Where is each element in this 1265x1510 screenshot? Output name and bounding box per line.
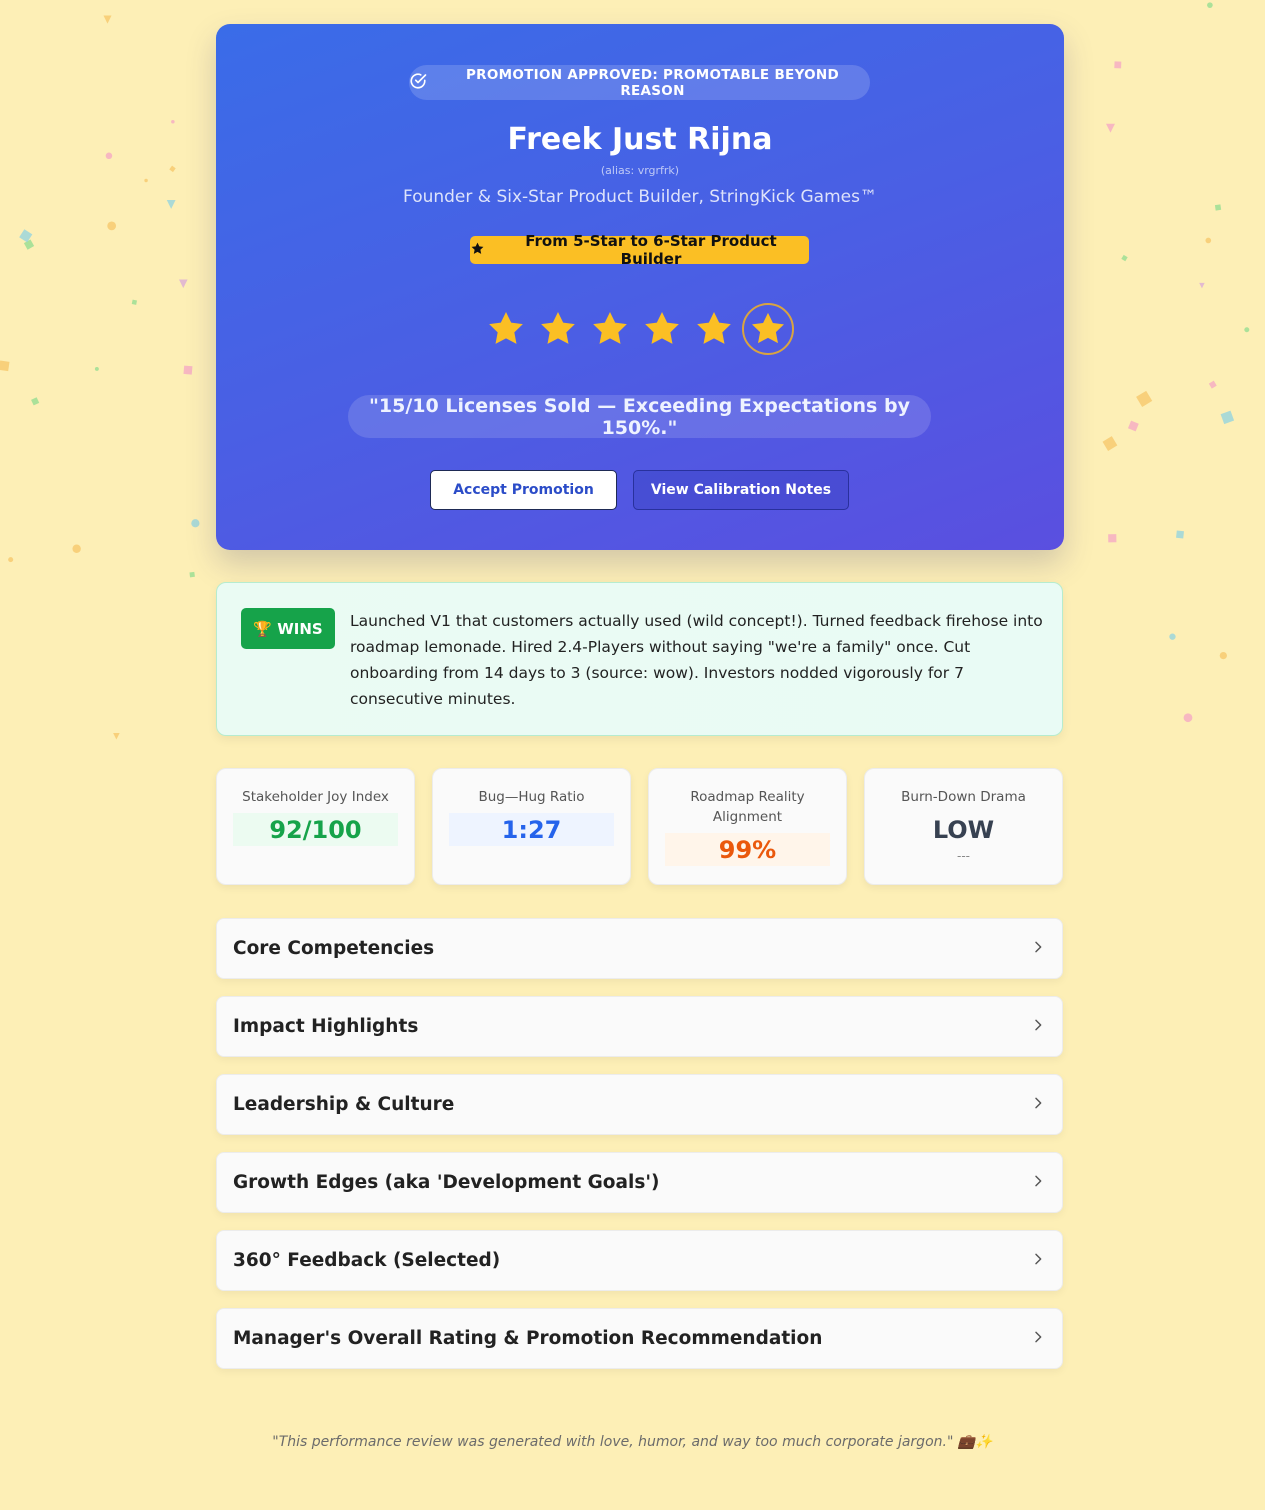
confetti-piece [113, 733, 120, 740]
metric-value: 99% [665, 833, 830, 866]
section-impact-highlights[interactable]: Impact Highlights [216, 996, 1063, 1057]
section-title: 360° Feedback (Selected) [233, 1250, 501, 1271]
employee-name: Freek Just Rijna [507, 122, 773, 157]
confetti-piece [31, 397, 40, 406]
rating-star-icon [486, 309, 526, 349]
promotion-card: PROMOTION APPROVED: PROMOTABLE BEYOND RE… [216, 24, 1064, 550]
confetti-piece [169, 165, 176, 173]
confetti-piece [1219, 651, 1227, 660]
metric-card-roadmap: Roadmap Reality Alignment 99% [648, 768, 847, 885]
section-title: Core Competencies [233, 938, 435, 959]
confetti-piece [1102, 436, 1118, 451]
rating-star-icon [590, 309, 630, 349]
metric-subtext: --- [957, 849, 970, 863]
section-leadership-culture[interactable]: Leadership & Culture [216, 1074, 1063, 1135]
confetti-piece [1169, 633, 1176, 640]
metric-card-burn-down: Burn-Down Drama LOW --- [864, 768, 1063, 885]
metric-card-bug-hug: Bug—Hug Ratio 1:27 [432, 768, 631, 885]
confetti-piece [94, 366, 99, 371]
confetti-piece [19, 229, 33, 243]
confetti-piece [1214, 204, 1222, 211]
approval-text: PROMOTION APPROVED: PROMOTABLE BEYOND RE… [465, 66, 840, 99]
confetti-piece [8, 557, 14, 563]
confetti-piece [189, 571, 195, 578]
employee-role: Founder & Six-Star Product Builder, Stri… [403, 187, 877, 207]
confetti-piece [1183, 713, 1193, 723]
confetti-piece [1114, 61, 1122, 69]
employee-alias: (alias: vrgrfrk) [600, 164, 680, 177]
confetti-piece [179, 279, 188, 289]
section-title: Growth Edges (aka 'Development Goals') [233, 1172, 660, 1193]
metric-label: Burn-Down Drama [901, 789, 1026, 805]
confetti-piece [1244, 327, 1250, 333]
section-title: Manager's Overall Rating & Promotion Rec… [233, 1328, 823, 1349]
section-growth-edges[interactable]: Growth Edges (aka 'Development Goals') [216, 1152, 1063, 1213]
confetti-piece [1220, 410, 1235, 425]
wins-badge: 🏆 WINS [241, 608, 335, 649]
metric-value: 92/100 [233, 813, 398, 846]
metric-label: Bug—Hug Ratio [478, 789, 585, 805]
confetti-piece [72, 544, 81, 553]
confetti-piece [105, 152, 113, 160]
section-core-competencies[interactable]: Core Competencies [216, 918, 1063, 979]
section-360-feedback[interactable]: 360° Feedback (Selected) [216, 1230, 1063, 1291]
approval-badge: PROMOTION APPROVED: PROMOTABLE BEYOND RE… [409, 65, 870, 100]
confetti-piece [103, 15, 112, 24]
sixth-star-icon [742, 303, 794, 355]
rating-star-icon [694, 309, 734, 349]
upgrade-text: From 5-Star to 6-Star Product Builder [525, 232, 777, 268]
chevron-right-icon [1030, 1329, 1046, 1349]
chevron-right-icon [1030, 1095, 1046, 1115]
chevron-right-icon [1030, 939, 1046, 959]
confetti-piece [166, 200, 176, 209]
metric-label: Roadmap Reality Alignment [690, 789, 805, 825]
calibration-notes-button[interactable]: View Calibration Notes [633, 470, 849, 510]
section-title: Leadership & Culture [233, 1094, 455, 1115]
confetti-piece [1176, 530, 1184, 539]
section-manager-rating[interactable]: Manager's Overall Rating & Promotion Rec… [216, 1308, 1063, 1369]
confetti-piece [131, 299, 138, 305]
chevron-right-icon [1030, 1173, 1046, 1193]
rating-star-icon [642, 309, 682, 349]
section-title: Impact Highlights [233, 1016, 419, 1037]
confetti-piece [107, 221, 117, 231]
wins-panel: 🏆 WINS Launched V1 that customers actual… [216, 582, 1063, 736]
confetti-piece [1108, 534, 1117, 543]
star-icon [470, 241, 485, 260]
confetti-piece [1121, 254, 1128, 262]
confetti-piece [1205, 237, 1212, 244]
confetti-piece [171, 120, 175, 124]
metric-value: LOW [932, 815, 995, 844]
confetti-piece [183, 365, 193, 375]
confetti-piece [1208, 380, 1217, 389]
confetti-piece [0, 360, 10, 372]
confetti-piece [1106, 123, 1115, 133]
check-circle-icon [409, 72, 427, 94]
confetti-piece [1199, 282, 1205, 289]
confetti-piece [144, 178, 148, 183]
footer-note: "This performance review was generated w… [272, 1434, 993, 1450]
confetti-piece [1127, 420, 1139, 432]
metric-value: 1:27 [449, 813, 614, 846]
upgrade-badge: From 5-Star to 6-Star Product Builder [470, 232, 809, 268]
confetti-piece [1207, 2, 1213, 9]
metric-label: Stakeholder Joy Index [242, 789, 389, 805]
accept-promotion-button[interactable]: Accept Promotion [430, 470, 617, 510]
metric-card-joy: Stakeholder Joy Index 92/100 [216, 768, 415, 885]
confetti-piece [23, 239, 35, 250]
chevron-right-icon [1030, 1017, 1046, 1037]
wins-text: Launched V1 that customers actually used… [350, 612, 1043, 708]
headline-quote: "15/10 Licenses Sold — Exceeding Expecta… [348, 395, 931, 439]
confetti-piece [191, 519, 200, 528]
star-rating [216, 302, 1064, 356]
confetti-piece [1136, 390, 1153, 407]
rating-star-icon [538, 309, 578, 349]
chevron-right-icon [1030, 1251, 1046, 1271]
